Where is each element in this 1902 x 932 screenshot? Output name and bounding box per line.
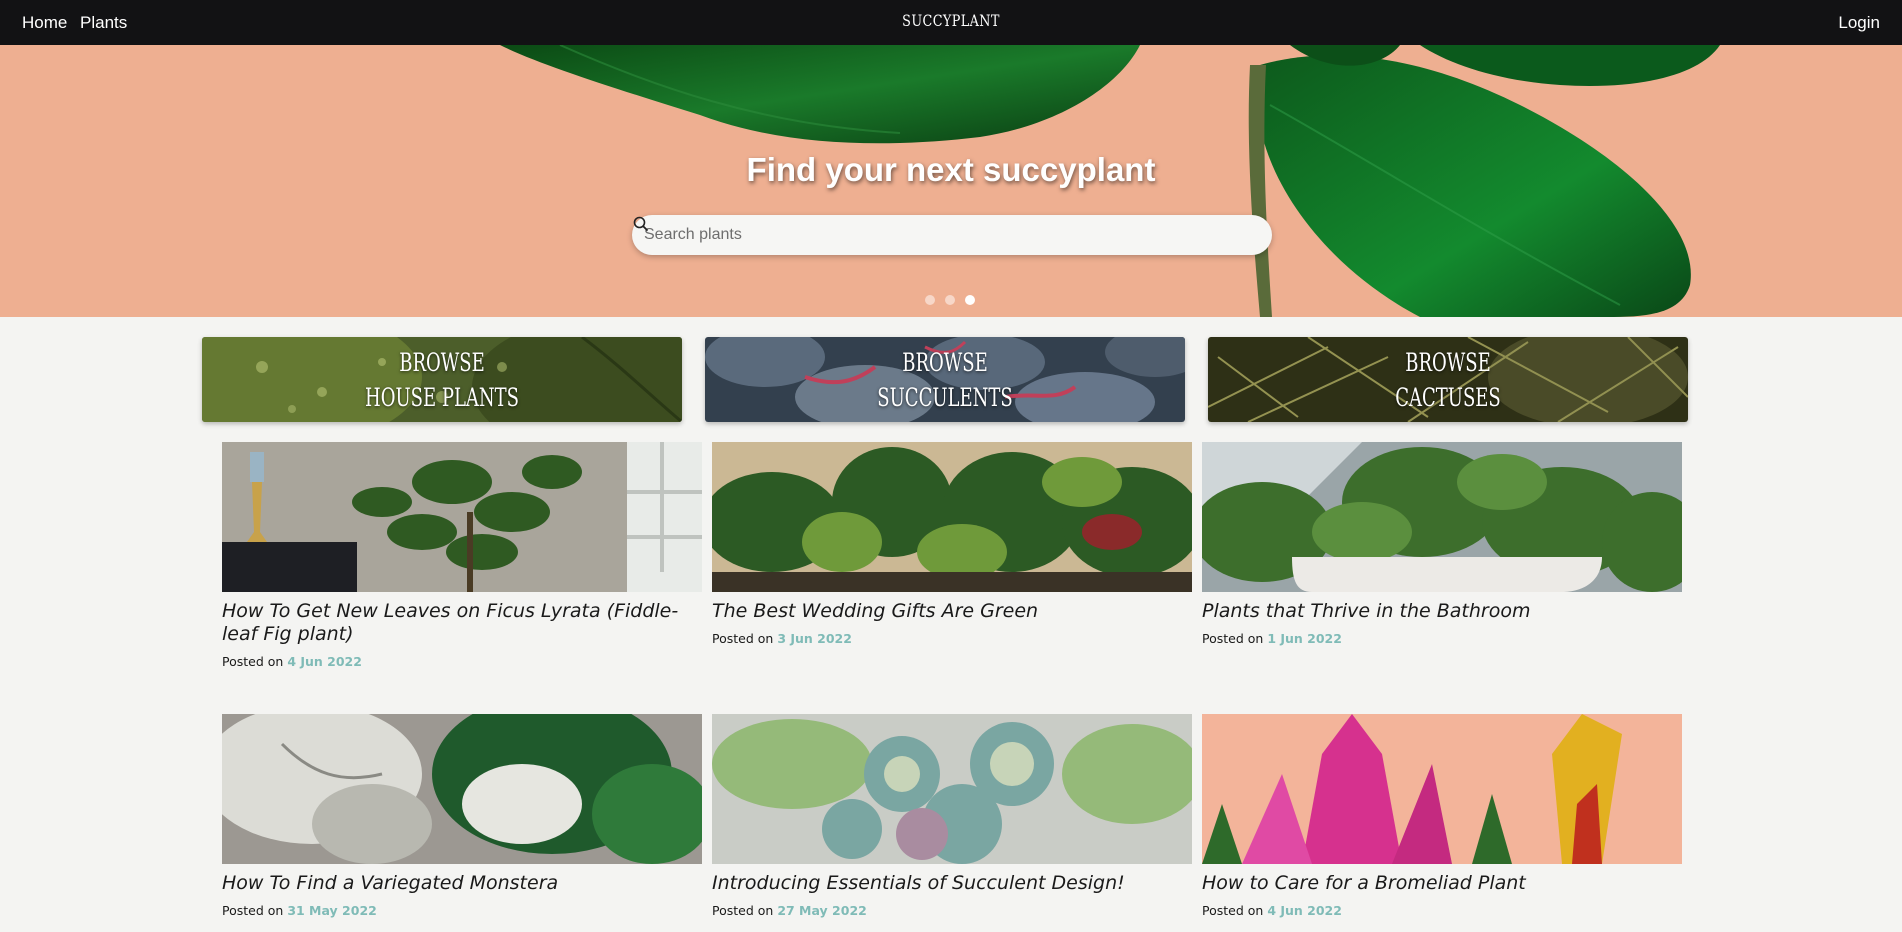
post-thumbnail[interactable]	[712, 714, 1192, 864]
carousel-dot-1[interactable]	[925, 295, 935, 305]
brand-logo[interactable]: SUCCYPLANT	[190, 11, 1712, 30]
post-thumbnail[interactable]	[1202, 442, 1682, 592]
posted-label: Posted on	[222, 903, 284, 918]
post-title[interactable]: How To Find a Variegated Monstera	[222, 872, 702, 895]
post-date: 1 Jun 2022	[1267, 631, 1342, 646]
post-thumbnail[interactable]	[222, 714, 702, 864]
post-meta: Posted on 3 Jun 2022	[712, 631, 852, 646]
post-date: 27 May 2022	[777, 903, 867, 918]
post-meta: Posted on 4 Jun 2022	[222, 654, 362, 669]
post-meta: Posted on 4 Jun 2022	[1202, 903, 1342, 918]
posted-label: Posted on	[712, 903, 774, 918]
posted-label: Posted on	[1202, 903, 1264, 918]
post-title[interactable]: Plants that Thrive in the Bathroom	[1202, 600, 1682, 623]
post-date: 3 Jun 2022	[777, 631, 852, 646]
variegated-monstera-image	[222, 714, 702, 864]
wedding-gifts-image	[712, 442, 1192, 592]
bromeliad-image	[1202, 714, 1682, 864]
post-title[interactable]: Introducing Essentials of Succulent Desi…	[712, 872, 1192, 895]
nav-login-link[interactable]: Login	[1838, 13, 1880, 33]
posted-label: Posted on	[1202, 631, 1264, 646]
post-thumbnail[interactable]	[712, 442, 1192, 592]
posted-label: Posted on	[222, 654, 284, 669]
post-title[interactable]: The Best Wedding Gifts Are Green	[712, 600, 1192, 623]
nav-home-link[interactable]: Home	[22, 13, 67, 33]
hero-title: Find your next succyplant	[746, 151, 1156, 188]
post-date: 4 Jun 2022	[287, 654, 362, 669]
posted-label: Posted on	[712, 631, 774, 646]
cactuses-banner-label: Browse Cactuses	[1395, 348, 1501, 412]
post-thumbnail[interactable]	[1202, 714, 1682, 864]
succulent-design-image	[712, 714, 1192, 864]
carousel-dot-2[interactable]	[945, 295, 955, 305]
post-meta: Posted on 27 May 2022	[712, 903, 867, 918]
post-meta: Posted on 1 Jun 2022	[1202, 631, 1342, 646]
post-date: 4 Jun 2022	[1267, 903, 1342, 918]
nav-plants-link[interactable]: Plants	[80, 13, 127, 33]
carousel-dot-3[interactable]	[965, 295, 975, 305]
post-date: 31 May 2022	[287, 903, 377, 918]
post-meta: Posted on 31 May 2022	[222, 903, 377, 918]
browse-house-plants-banner[interactable]: Browse House Plants	[202, 337, 682, 422]
top-navbar: Home Plants SUCCYPLANT Login	[0, 0, 1902, 45]
browse-cactuses-banner[interactable]: Browse Cactuses	[1208, 337, 1688, 422]
house-plants-banner-label: Browse House Plants	[365, 348, 519, 412]
post-title[interactable]: How To Get New Leaves on Ficus Lyrata (F…	[222, 600, 702, 646]
ficus-image	[222, 442, 702, 592]
search-input[interactable]	[644, 215, 1224, 255]
bathroom-plants-image	[1202, 442, 1682, 592]
post-thumbnail[interactable]	[222, 442, 702, 592]
browse-succulents-banner[interactable]: Browse Succulents	[705, 337, 1185, 422]
post-title[interactable]: How to Care for a Bromeliad Plant	[1202, 872, 1682, 895]
search-icon[interactable]	[632, 215, 650, 233]
hero-carousel: Find your next succyplant	[0, 45, 1902, 317]
succulents-banner-label: Browse Succulents	[877, 348, 1013, 412]
search-bar	[632, 215, 1272, 255]
